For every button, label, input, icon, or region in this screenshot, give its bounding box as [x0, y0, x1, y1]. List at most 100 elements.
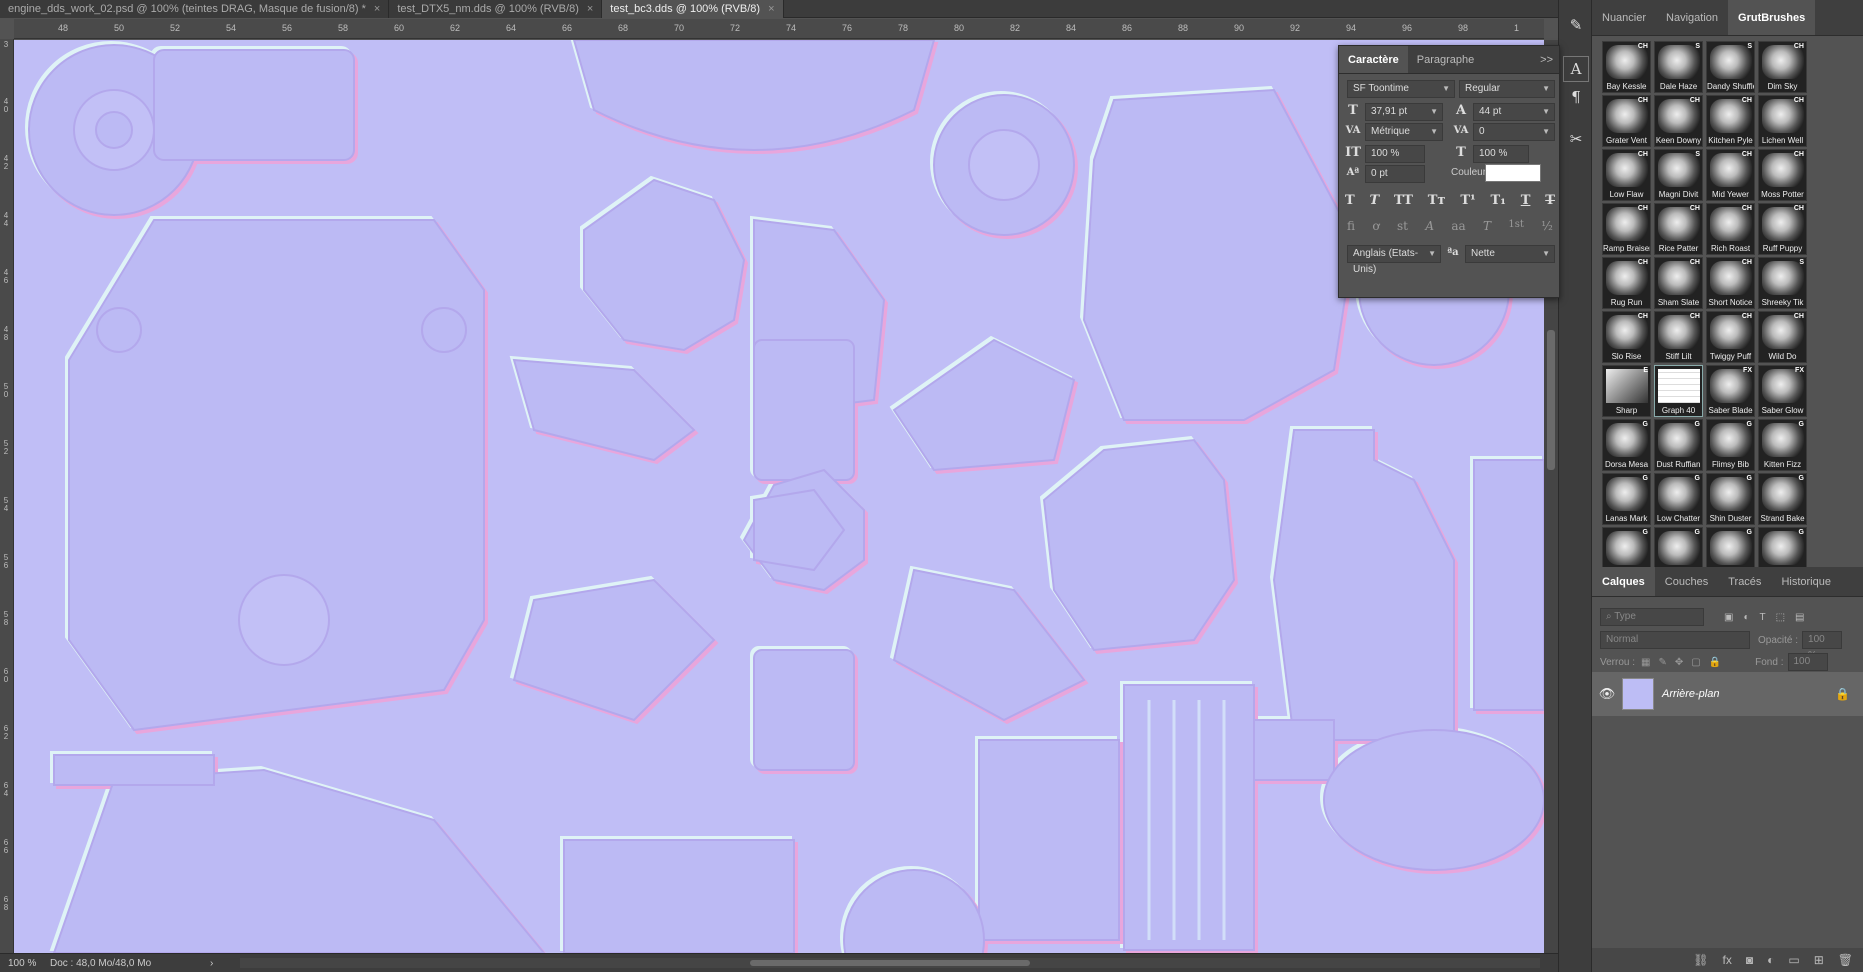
tab-dtx5-dds[interactable]: test_DTX5_nm.dds @ 100% (RVB/8) × [389, 0, 603, 18]
discretionary-ligatures-button[interactable]: ơ [1372, 219, 1379, 233]
brush-preset[interactable]: G Flimsy Bib [1706, 419, 1755, 471]
fill-field[interactable]: 100 % [1787, 653, 1828, 683]
status-menu-arrow[interactable]: › [210, 958, 230, 969]
brush-preset[interactable]: CH Rich Roast [1706, 203, 1755, 255]
brush-preset[interactable]: Graph 40 [1654, 365, 1703, 417]
swash-button[interactable]: A [1425, 219, 1434, 233]
tracking-field[interactable]: 0 ▼ [1473, 123, 1555, 141]
trash-icon[interactable]: 🗑 [1838, 953, 1853, 967]
horizontal-scrollbar[interactable] [240, 958, 1540, 968]
brush-preset[interactable]: CH Lichen Well [1758, 95, 1807, 147]
kerning-field[interactable]: Métrique ▼ [1365, 123, 1443, 141]
faux-italic-button[interactable]: T [1370, 193, 1380, 208]
brush-preset[interactable]: FX Saber Blade [1706, 365, 1755, 417]
antialias-select[interactable]: Nette ▼ [1465, 245, 1555, 263]
brush-preset[interactable]: G Low Chatter [1654, 473, 1703, 525]
vertical-scale-field[interactable]: 100 % [1365, 145, 1425, 163]
close-icon[interactable]: × [374, 3, 380, 15]
zoom-level[interactable]: 100 % [0, 958, 50, 969]
link-icon[interactable]: ⛓ [1693, 953, 1708, 967]
brush-preset[interactable]: CH Slo Rise [1602, 311, 1651, 363]
brush-preset[interactable]: CH Grater Vent [1602, 95, 1651, 147]
close-icon[interactable]: × [587, 3, 593, 15]
tab-navigation[interactable]: Navigation [1656, 0, 1728, 35]
brush-preset[interactable]: CH Low Flaw [1602, 149, 1651, 201]
brush-preset[interactable]: CH Moss Potter [1758, 149, 1807, 201]
brush-preset[interactable]: CH Rug Run [1602, 257, 1651, 309]
fx-icon[interactable]: fx [1723, 953, 1732, 967]
brush-preset[interactable]: CH Keen Downy [1654, 95, 1703, 147]
ligatures-button[interactable]: ﬁ [1347, 219, 1355, 233]
brush-preset[interactable]: G Kitten Fizz [1758, 419, 1807, 471]
brush-preset[interactable]: S Dale Haze [1654, 41, 1703, 93]
brush-preset[interactable]: CH Dim Sky [1758, 41, 1807, 93]
brush-preset[interactable]: CH Bay Kessle [1602, 41, 1651, 93]
tab-engine-psd[interactable]: engine_dds_work_02.psd @ 100% (teintes D… [0, 0, 390, 18]
all-caps-button[interactable]: TT [1394, 193, 1413, 208]
blend-mode-select[interactable]: Normal [1600, 631, 1750, 649]
tab-paragraph[interactable]: Paragraphe [1408, 46, 1484, 73]
paragraph-icon[interactable]: ¶ [1563, 84, 1589, 110]
faux-bold-button[interactable]: T [1345, 193, 1355, 208]
subscript-button[interactable]: T₁ [1491, 193, 1506, 208]
baseline-field[interactable]: 0 pt [1365, 165, 1425, 183]
brush-preset[interactable]: FX Saber Glow [1758, 365, 1807, 417]
close-icon[interactable]: × [768, 3, 774, 15]
layer-filter-select[interactable]: ⌕ Type [1600, 608, 1704, 626]
underline-button[interactable]: T [1521, 193, 1531, 208]
leading-field[interactable]: 44 pt ▼ [1473, 103, 1555, 121]
brush-preset[interactable]: G Dorsa Mesa [1602, 419, 1651, 471]
small-caps-button[interactable]: Tт [1428, 193, 1446, 208]
brush-preset[interactable]: CH Wild Do [1758, 311, 1807, 363]
tab-character[interactable]: Caractère [1339, 46, 1408, 73]
text-color-swatch[interactable] [1485, 164, 1541, 182]
brush-preset[interactable]: CH Stiff Lilt [1654, 311, 1703, 363]
tab-swatches[interactable]: Nuancier [1592, 0, 1656, 35]
eye-icon[interactable]: 👁 [1592, 686, 1622, 702]
adjust-icon[interactable]: ◐ [1767, 953, 1774, 967]
stylistic-sets-button[interactable]: aa [1451, 219, 1465, 233]
brush-preset[interactable]: G Lanas Mark [1602, 473, 1651, 525]
font-family-select[interactable]: SF Toontime ▼ [1347, 80, 1455, 98]
brush-preset[interactable]: G Dust Ruffian [1654, 419, 1703, 471]
brush-icon[interactable]: ✎ [1563, 12, 1589, 38]
brush-preset[interactable]: CH Mid Yewer [1706, 149, 1755, 201]
brush-preset[interactable]: CH Short Notice [1706, 257, 1755, 309]
font-style-select[interactable]: Regular ▼ [1459, 80, 1555, 98]
tab-channels[interactable]: Couches [1655, 567, 1718, 596]
brush-preset[interactable]: CH Kitchen Pyle [1706, 95, 1755, 147]
tab-layers[interactable]: Calques [1592, 567, 1655, 596]
layer-background[interactable]: 👁 Arrière-plan 🔒 [1592, 672, 1863, 716]
group-icon[interactable]: ▭ [1788, 953, 1799, 967]
brush-preset[interactable]: G Strand Bake [1758, 473, 1807, 525]
panel-menu-icon[interactable]: >> [1534, 46, 1559, 73]
mask-icon[interactable]: ◙ [1746, 953, 1753, 967]
brush-preset[interactable]: E Sharp [1602, 365, 1651, 417]
tab-history[interactable]: Historique [1771, 567, 1841, 596]
brush-preset[interactable]: CH Twiggy Puff [1706, 311, 1755, 363]
tab-grutbrushes[interactable]: GrutBrushes [1728, 0, 1816, 35]
filter-icons[interactable]: ▣◐T⬚▤ [1724, 612, 1815, 623]
horizontal-scale-field[interactable]: 100 % [1473, 145, 1529, 163]
lock-icons[interactable]: ▦✎✥▢🔒 [1641, 657, 1729, 668]
brush-preset[interactable]: CH Ramp Braiser [1602, 203, 1651, 255]
brush-preset[interactable]: S Magni Divit [1654, 149, 1703, 201]
new-layer-icon[interactable]: ⊞ [1814, 953, 1824, 967]
brush-preset[interactable]: CH Sham Slate [1654, 257, 1703, 309]
document-canvas[interactable] [14, 40, 1544, 953]
fractions-button[interactable]: ½ [1541, 219, 1553, 233]
brush-preset[interactable]: S Dandy Shuffle [1706, 41, 1755, 93]
titling-button[interactable]: T [1483, 219, 1491, 233]
brush-preset[interactable]: CH Rice Patter [1654, 203, 1703, 255]
tools-icon[interactable]: ✂ [1563, 126, 1589, 152]
stylistic-alt-button[interactable]: st [1397, 219, 1408, 233]
opacity-field[interactable]: 100 % [1802, 631, 1843, 661]
superscript-button[interactable]: T¹ [1460, 193, 1475, 208]
brush-preset[interactable]: CH Ruff Puppy [1758, 203, 1807, 255]
brush-preset[interactable]: S Shreeky Tik [1758, 257, 1807, 309]
language-select[interactable]: Anglais (Etats-Unis) ▼ [1347, 245, 1441, 275]
strikethrough-button[interactable]: T [1545, 193, 1555, 208]
brush-preset[interactable]: G Shin Duster [1706, 473, 1755, 525]
character-icon[interactable]: A [1563, 56, 1589, 82]
tab-bc3-dds[interactable]: test_bc3.dds @ 100% (RVB/8) × [602, 0, 784, 18]
